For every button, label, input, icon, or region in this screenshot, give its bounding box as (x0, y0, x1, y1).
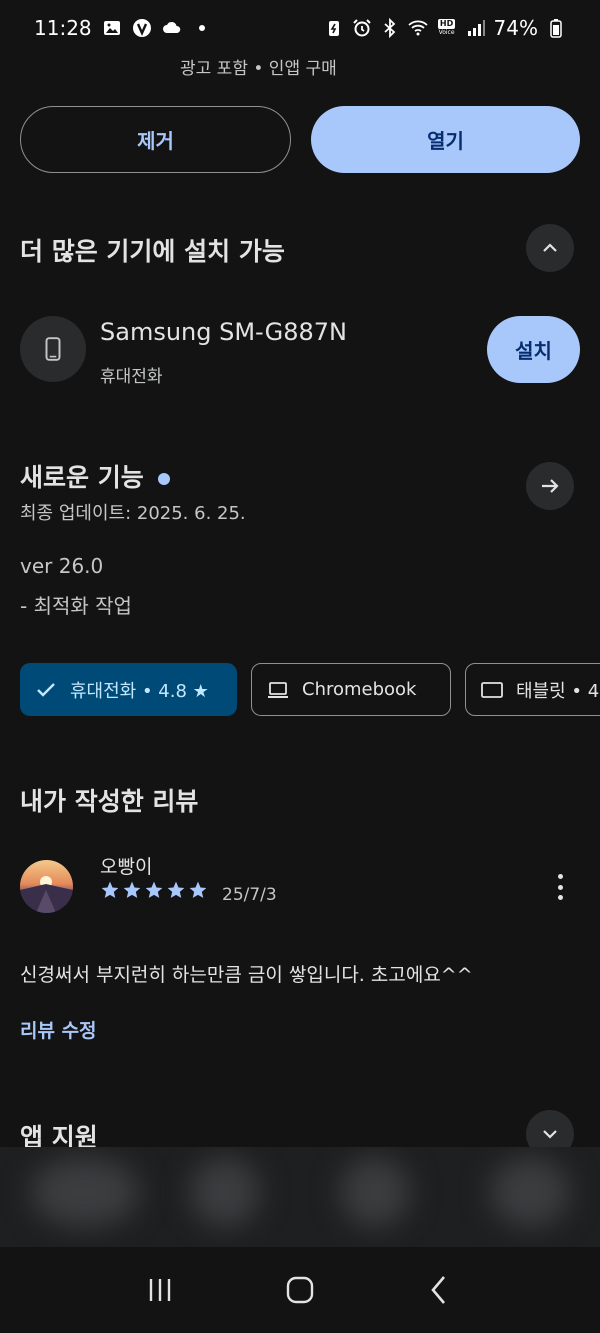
wifi-icon (407, 18, 428, 38)
review-text: 신경써서 부지런히 하는만큼 금이 쌓입니다. 초고에요^^ (20, 964, 473, 986)
star-icon (167, 881, 185, 898)
collapse-button[interactable] (526, 224, 574, 272)
device-filter-chips: 휴대전화 • 4.8 ★ Chromebook 태블릿 • 4 (20, 663, 600, 716)
kebab-dot (557, 874, 563, 879)
avatar (20, 860, 73, 913)
cloud-icon (162, 18, 182, 38)
star-rating (100, 880, 208, 900)
tablet-icon (481, 681, 503, 698)
home-icon (286, 1276, 314, 1304)
last-updated: 최종 업데이트: 2025. 6. 25. (20, 503, 246, 524)
recent-apps-button[interactable] (130, 1260, 190, 1320)
blurred-nav-item[interactable] (490, 1157, 570, 1227)
image-icon (102, 18, 122, 38)
chevron-up-icon (543, 243, 557, 252)
bottom-navigation (0, 1147, 600, 1247)
laptop-icon (268, 681, 288, 698)
battery-icon (546, 18, 566, 38)
star-icon (123, 881, 141, 898)
system-navigation-bar (0, 1247, 600, 1333)
star-icon (189, 881, 207, 898)
device-name: Samsung SM-G887N (100, 318, 347, 346)
star-icon (101, 881, 119, 898)
recents-icon (149, 1279, 171, 1301)
uninstall-button[interactable]: 제거 (20, 106, 291, 173)
open-button[interactable]: 열기 (311, 106, 580, 173)
chevron-down-icon (543, 1130, 557, 1139)
primary-actions: 제거 열기 (20, 106, 580, 173)
blurred-nav-item[interactable] (190, 1157, 260, 1227)
more-options-button[interactable] (548, 870, 572, 904)
check-icon (37, 682, 55, 697)
home-button[interactable] (270, 1260, 330, 1320)
star-icon (145, 881, 163, 898)
back-icon (431, 1276, 445, 1304)
battery-saver-icon (324, 18, 344, 38)
signal-icon (466, 18, 486, 38)
chip-tablet[interactable]: 태블릿 • 4 (465, 663, 600, 716)
version: ver 26.0 (20, 554, 104, 578)
whats-new-arrow-button[interactable] (526, 462, 574, 510)
dot-icon (192, 18, 212, 38)
release-notes: - 최적화 작업 (20, 594, 132, 618)
install-button[interactable]: 설치 (487, 316, 580, 383)
edit-review-link[interactable]: 리뷰 수정 (20, 1016, 97, 1043)
my-review-title: 내가 작성한 리뷰 (20, 787, 199, 816)
back-button[interactable] (410, 1260, 470, 1320)
device-type: 휴대전화 (100, 367, 163, 387)
whats-new-title: 새로운 기능 (20, 458, 170, 494)
battery-level: 74% (493, 16, 538, 40)
phone-icon (20, 316, 86, 382)
more-devices-title: 더 많은 기기에 설치 가능 (20, 237, 285, 266)
reviewer-name: 오빵이 (100, 856, 153, 878)
arrow-right-icon (542, 479, 559, 493)
device-row: Samsung SM-G887N 휴대전화 설치 (20, 316, 580, 387)
kebab-dot (557, 895, 563, 900)
blurred-nav-item[interactable] (30, 1157, 140, 1227)
chip-phone[interactable]: 휴대전화 • 4.8 ★ (20, 663, 237, 716)
ad-iap-note: 광고 포함 • 인앱 구매 (180, 59, 337, 79)
new-indicator-dot (157, 473, 170, 485)
alarm-icon (352, 18, 372, 38)
bluetooth-icon (380, 18, 400, 38)
hd-voice-icon: HD Voice (437, 19, 456, 36)
v-app-icon (132, 18, 152, 38)
blurred-nav-item[interactable] (340, 1157, 410, 1227)
review-date: 25/7/3 (222, 885, 277, 905)
status-time: 11:28 (34, 16, 92, 40)
status-bar: 11:28 HD Voice 74% (0, 0, 600, 56)
kebab-dot (557, 884, 563, 890)
chip-chromebook[interactable]: Chromebook (251, 663, 451, 716)
